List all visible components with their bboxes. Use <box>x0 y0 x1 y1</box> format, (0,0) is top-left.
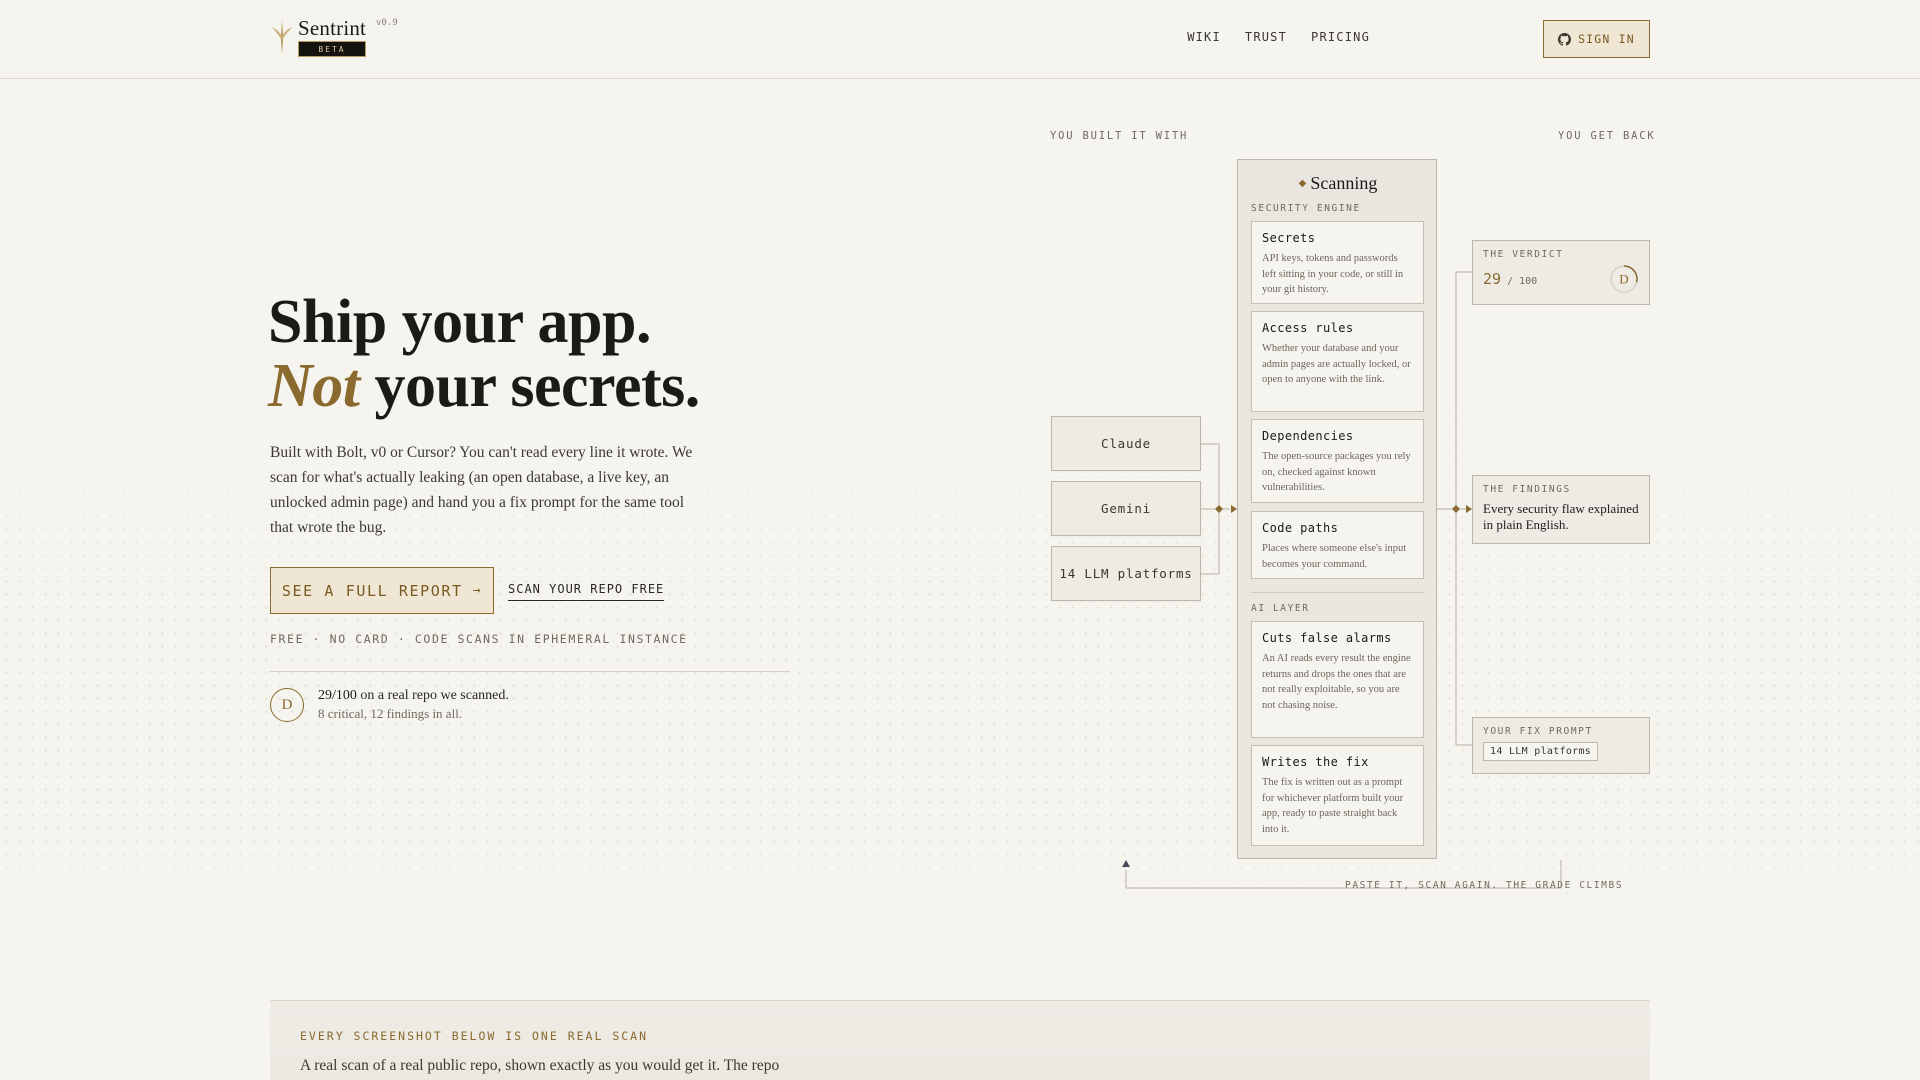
headline-emphasis: Not <box>268 352 360 420</box>
version-label: v0.9 <box>376 18 398 28</box>
engine-title: ◆ Scanning <box>1298 173 1378 193</box>
main-nav: WIKI TRUST PRICING <box>1187 30 1370 44</box>
security-engine-label: SECURITY ENGINE <box>1251 203 1361 214</box>
logo-mark-icon <box>272 20 292 54</box>
proof-text: A real scan of a real public repo, shown… <box>300 1057 780 1074</box>
hero-smallprint: FREE · NO CARD · CODE SCANS IN EPHEMERAL… <box>270 632 688 646</box>
verdict-label: THE VERDICT <box>1483 249 1564 260</box>
card-secrets: Secrets API keys, tokens and passwords l… <box>1251 221 1424 304</box>
hero-lead: Built with Bolt, v0 or Cursor? You can't… <box>270 444 693 536</box>
grade-score: 29/100 <box>318 688 357 703</box>
get-back-label: YOU GET BACK <box>1558 130 1656 142</box>
output-verdict: THE VERDICT 29/ 100 D <box>1472 240 1650 305</box>
output-findings: THE FINDINGS Every security flaw explain… <box>1472 475 1650 544</box>
sign-in-label: SIGN IN <box>1578 32 1635 46</box>
output-fix-prompt: YOUR FIX PROMPT 14 LLM platforms <box>1472 717 1650 774</box>
grade-ring-icon: D <box>1610 265 1638 293</box>
github-icon <box>1558 32 1572 46</box>
source-gemini: Gemini <box>1051 481 1201 536</box>
headline-line2: your secrets. <box>359 352 701 420</box>
cta-label: SEE A FULL REPORT <box>281 581 463 600</box>
ai-layer-label: AI LAYER <box>1251 603 1310 614</box>
sign-in-button[interactable]: SIGN IN <box>1543 20 1650 58</box>
verdict-grade: D <box>1619 272 1628 287</box>
hero-divider <box>270 671 790 672</box>
card-writes-the-fix: Writes the fix The fix is written out as… <box>1251 745 1424 846</box>
findings-text: Every security flaw explained in plain E… <box>1483 501 1639 532</box>
diamond-icon: ◆ <box>1298 178 1307 189</box>
grade-summary: 29/100 on a real repo we scanned. <box>318 688 509 704</box>
proof-kicker: EVERY SCREENSHOT BELOW IS ONE REAL SCAN <box>300 1029 649 1043</box>
source-claude: Claude <box>1051 416 1201 471</box>
scanning-engine-panel: ◆ Scanning SECURITY ENGINE Secrets API ke… <box>1237 159 1437 859</box>
nav-pricing[interactable]: PRICING <box>1311 30 1370 44</box>
fix-prompt-label: YOUR FIX PROMPT <box>1483 726 1593 737</box>
loop-caption: PASTE IT, SCAN AGAIN. THE GRADE CLIMBS <box>1345 880 1624 891</box>
nav-trust[interactable]: TRUST <box>1245 30 1287 44</box>
card-access-rules: Access rules Whether your database and y… <box>1251 311 1424 412</box>
findings-label: THE FINDINGS <box>1483 484 1571 495</box>
nav-wiki[interactable]: WIKI <box>1187 30 1221 44</box>
beta-badge: BETA <box>298 41 366 57</box>
card-cuts-false-alarms: Cuts false alarms An AI reads every resu… <box>1251 621 1424 738</box>
engine-separator <box>1251 592 1424 593</box>
source-llm-platforms: 14 LLM platforms <box>1051 546 1201 601</box>
card-dependencies: Dependencies The open-source packages yo… <box>1251 419 1424 503</box>
grade-detail: 8 critical, 12 findings in all. <box>318 706 463 721</box>
grade-badge: D <box>270 688 304 722</box>
fix-prompt-chip: 14 LLM platforms <box>1483 742 1599 761</box>
headline-line1: Ship your app. <box>268 288 652 356</box>
site-header: Sentrint v0.9 BETA WIKI TRUST PRICING SI… <box>0 0 1920 79</box>
built-with-label: YOU BUILT IT WITH <box>1050 130 1189 142</box>
hero-headline: Ship your app. Not your secrets. <box>268 290 700 418</box>
card-code-paths: Code paths Places where someone else's i… <box>1251 511 1424 579</box>
arrow-right-icon: → <box>472 583 483 598</box>
scan-repo-free-link[interactable]: SCAN YOUR REPO FREE <box>508 582 665 601</box>
brand-logo[interactable]: Sentrint v0.9 BETA <box>270 16 398 57</box>
proof-section: EVERY SCREENSHOT BELOW IS ONE REAL SCAN … <box>270 1000 1650 1080</box>
grade-summary-text: on a real repo we scanned. <box>356 688 509 703</box>
see-full-report-button[interactable]: SEE A FULL REPORT → <box>270 567 494 614</box>
